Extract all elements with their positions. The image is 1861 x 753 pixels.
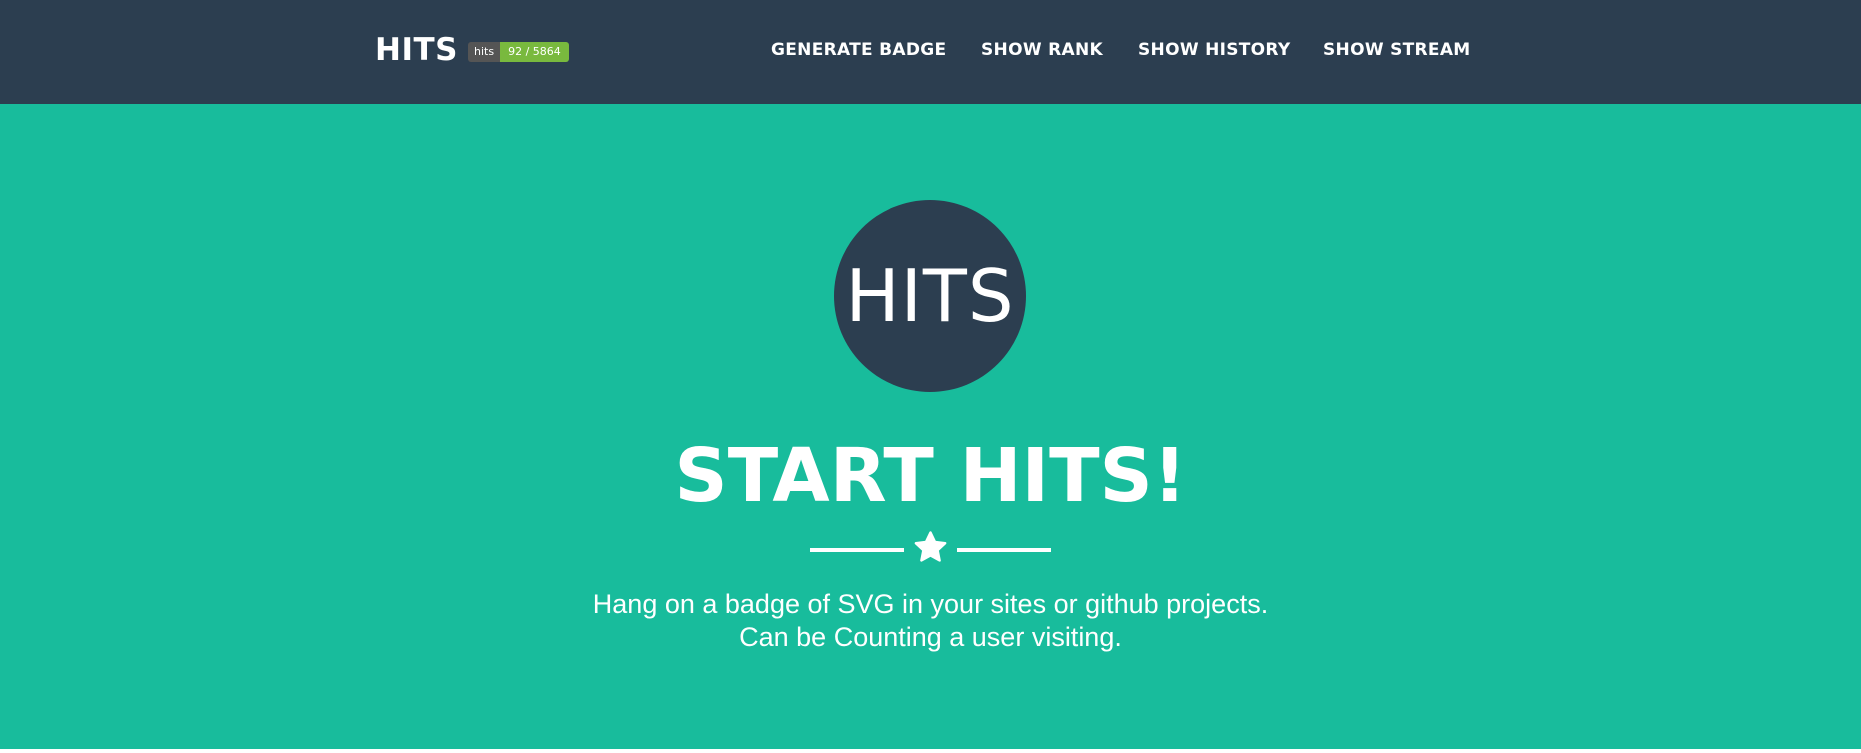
hero-title: START HITS! — [674, 433, 1187, 519]
hero-section: HITS START HITS! Hang on a badge of SVG … — [0, 104, 1861, 749]
hits-logo-circle: HITS — [834, 200, 1026, 392]
logo-text: HITS — [845, 254, 1015, 338]
hero-subtitle-line2: Can be Counting a user visiting. — [739, 622, 1122, 652]
nav-show-stream[interactable]: SHOW STREAM — [1323, 38, 1471, 62]
nav-menu: GENERATE BADGE SHOW RANK SHOW HISTORY SH… — [0, 38, 1861, 62]
star-icon — [914, 531, 947, 562]
hero-subtitle-line1: Hang on a badge of SVG in your sites or … — [592, 589, 1269, 619]
star-divider — [810, 528, 1051, 568]
nav-show-rank[interactable]: SHOW RANK — [981, 38, 1103, 62]
navbar: HITS hits 92 / 5864 GENERATE BADGE SHOW … — [0, 0, 1861, 104]
divider-line-right — [957, 548, 1051, 552]
divider-line-left — [810, 548, 904, 552]
nav-generate-badge[interactable]: GENERATE BADGE — [771, 38, 946, 62]
nav-show-history[interactable]: SHOW HISTORY — [1138, 38, 1291, 62]
